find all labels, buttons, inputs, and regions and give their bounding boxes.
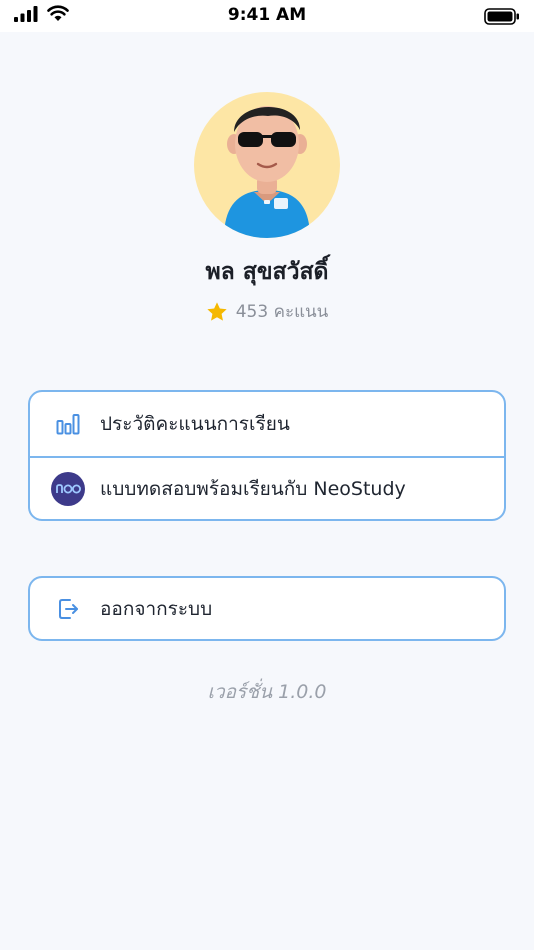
battery-icon <box>484 8 519 25</box>
menu-item-score-history[interactable]: ประวัติคะแนนการเรียน <box>30 392 504 456</box>
logout-icon <box>50 591 86 627</box>
neostudy-logo-icon <box>51 471 85 506</box>
logout-label: ออกจากระบบ <box>100 597 213 620</box>
score-row: 453 คะแนน <box>0 298 534 325</box>
status-time: 9:41 AM <box>227 5 307 25</box>
logout-button[interactable]: ออกจากระบบ <box>30 578 504 639</box>
menu-item-label: แบบทดสอบพร้อมเรียนกับ NeoStudy <box>100 477 406 500</box>
logout-card: ออกจากระบบ <box>28 576 506 641</box>
menu-item-neostudy-test[interactable]: แบบทดสอบพร้อมเรียนกับ NeoStudy <box>30 456 504 519</box>
version-text: เวอร์ชั่น 1.0.0 <box>207 681 327 703</box>
star-icon <box>207 301 227 321</box>
status-bar: 9:41 AM <box>0 0 534 32</box>
profile-name: พล สุขสวัสดิ์ <box>205 259 329 285</box>
bar-chart-icon <box>50 406 86 442</box>
menu-card: ประวัติคะแนนการเรียน แบบทดสอบพร้อมเรียนก… <box>28 390 506 521</box>
avatar-character-icon <box>224 106 310 238</box>
score-text: 453 คะแนน <box>235 302 329 322</box>
profile-avatar <box>194 92 340 238</box>
menu-item-label: ประวัติคะแนนการเรียน <box>100 413 290 435</box>
